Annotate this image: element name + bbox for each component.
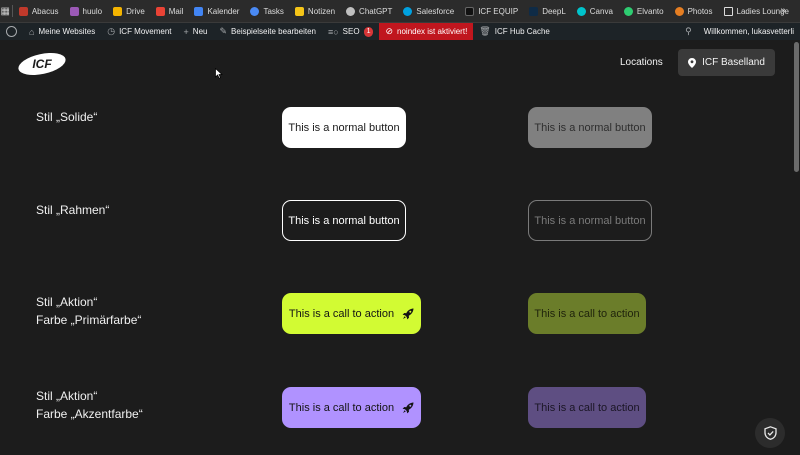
- rocket-icon: [402, 402, 414, 413]
- map-pin-icon: [688, 57, 697, 68]
- mouse-cursor-icon: [215, 68, 223, 79]
- noindex-warning[interactable]: ⊘ noindex ist aktiviert!: [379, 23, 474, 40]
- account-menu[interactable]: Willkommen, lukasvetterli: [698, 23, 800, 40]
- row-label-rahmen: Stil „Rahmen“: [36, 203, 110, 217]
- logo-text: ICF: [32, 57, 52, 71]
- wordpress-icon: [6, 26, 17, 37]
- bookmark-elvanto[interactable]: Elvanto: [623, 6, 664, 16]
- folder-icon: [723, 6, 733, 16]
- cache-menu[interactable]: 🗑 ICF Hub Cache: [473, 23, 556, 40]
- scrollbar-thumb[interactable]: [794, 42, 799, 172]
- site-header: ICF Locations ICF Baselland: [0, 40, 793, 90]
- pencil-icon: ✎: [219, 26, 228, 36]
- privacy-settings-button[interactable]: [755, 418, 785, 448]
- bookmark-ladies-lounge[interactable]: Ladies Lounge: [723, 6, 789, 16]
- bookmark-tasks[interactable]: Tasks: [250, 6, 284, 16]
- bookmark-abacus[interactable]: Abacus: [18, 6, 59, 16]
- tasks-icon: [250, 6, 260, 16]
- nav-locations-link[interactable]: Locations: [620, 57, 663, 68]
- wp-admin-bar: ⌂ Meine Websites ◷ ICF Movement + Neu ✎ Beis…: [0, 23, 800, 40]
- eye-slash-icon: ⊘: [385, 26, 394, 36]
- photos-icon: [674, 6, 684, 16]
- wp-logo-menu[interactable]: [0, 23, 23, 40]
- bookmarks-list: Abacus huulo Drive Mail Kalender Tasks N…: [18, 6, 800, 16]
- bookmark-chatgpt[interactable]: ChatGPT: [346, 6, 392, 16]
- trash-icon: 🗑: [479, 26, 491, 36]
- page-scrollbar[interactable]: [793, 40, 800, 455]
- chatgpt-icon: [346, 6, 356, 16]
- canva-icon: [576, 6, 586, 16]
- bookmark-canva[interactable]: Canva: [576, 6, 613, 16]
- new-content-menu[interactable]: + Neu: [178, 23, 214, 40]
- row-label-aktion-primaer: Stil „Aktion“ Farbe „Primärfarbe“: [36, 295, 142, 327]
- bookmark-huulo[interactable]: huulo: [69, 6, 102, 16]
- edit-page-link[interactable]: ✎ Beispielseite bearbeiten: [213, 23, 322, 40]
- salesforce-icon: [403, 6, 413, 16]
- bookmark-drive[interactable]: Drive: [113, 6, 145, 16]
- icf-equip-icon: [465, 6, 475, 16]
- solid-button[interactable]: This is a normal button: [282, 107, 406, 148]
- cta-primary-button[interactable]: This is a call to action: [282, 293, 421, 334]
- bookmarks-bar: ▦ Abacus huulo Drive Mail Kalender Tasks…: [0, 0, 800, 23]
- outline-button-disabled: This is a normal button: [528, 200, 652, 241]
- sites-icon: ⌂: [29, 26, 35, 37]
- seo-icon: ≡○: [327, 26, 339, 37]
- dashboard-icon: ◷: [107, 26, 116, 36]
- bookmark-salesforce[interactable]: Salesforce: [403, 6, 454, 16]
- bookmark-deepl[interactable]: DeepL: [529, 6, 566, 16]
- plus-icon: +: [183, 26, 189, 37]
- row-label-solide: Stil „Solide“: [36, 110, 98, 124]
- admin-search-button[interactable]: ⚲: [679, 23, 698, 40]
- bookmark-kalender[interactable]: Kalender: [194, 6, 239, 16]
- elvanto-icon: [623, 6, 633, 16]
- huulo-icon: [69, 6, 79, 16]
- deepl-icon: [529, 6, 539, 16]
- gmail-icon: [155, 6, 165, 16]
- cta-primary-button-disabled: This is a call to action: [528, 293, 646, 334]
- cta-accent-button-disabled: This is a call to action: [528, 387, 646, 428]
- shield-check-icon: [763, 426, 777, 440]
- site-name-menu[interactable]: ◷ ICF Movement: [101, 23, 177, 40]
- solid-button-disabled: This is a normal button: [528, 107, 652, 148]
- calendar-icon: [194, 6, 204, 16]
- cta-accent-button[interactable]: This is a call to action: [282, 387, 421, 428]
- bookmark-icf-equip[interactable]: ICF EQUIP: [465, 6, 518, 16]
- bookmark-mail[interactable]: Mail: [155, 6, 183, 16]
- my-sites-menu[interactable]: ⌂ Meine Websites: [23, 23, 101, 40]
- search-icon: ⚲: [685, 26, 692, 36]
- bookmarks-more-button[interactable]: »: [780, 5, 786, 16]
- bookmark-notizen[interactable]: Notizen: [294, 6, 335, 16]
- seo-menu[interactable]: ≡○ SEO 1: [322, 23, 380, 40]
- rocket-icon: [402, 308, 414, 319]
- drive-icon: [113, 6, 123, 16]
- notes-icon: [294, 6, 304, 16]
- row-label-aktion-akzent: Stil „Aktion“ Farbe „Akzentfarbe“: [36, 389, 143, 421]
- bookmark-photos[interactable]: Photos: [674, 6, 713, 16]
- seo-count-badge: 1: [363, 26, 374, 37]
- icf-logo[interactable]: ICF: [17, 52, 67, 76]
- location-button[interactable]: ICF Baselland: [678, 49, 775, 76]
- apps-grid-icon[interactable]: ▦: [0, 6, 10, 17]
- outline-button[interactable]: This is a normal button: [282, 200, 406, 241]
- abacus-icon: [18, 6, 28, 16]
